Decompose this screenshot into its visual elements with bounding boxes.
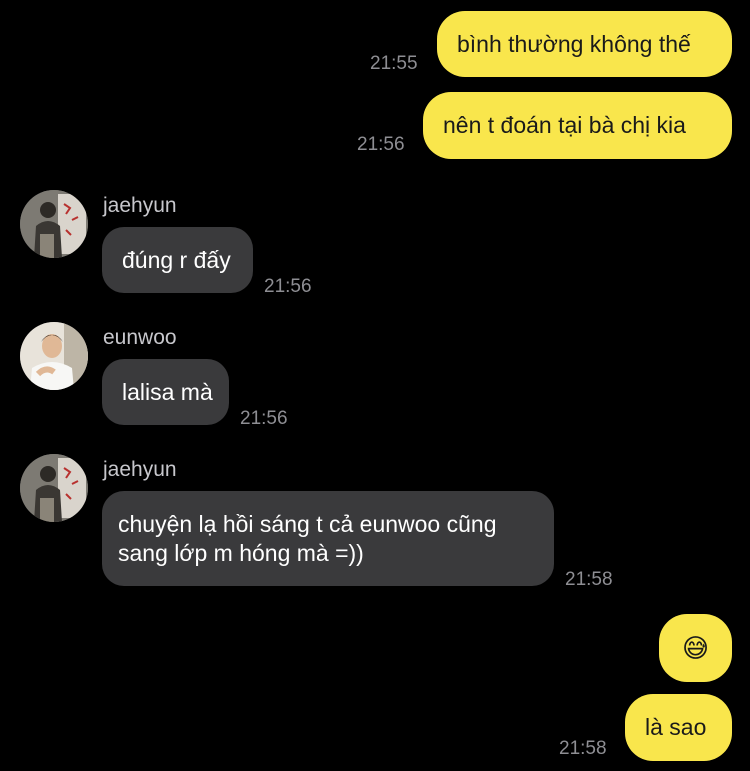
message-text: đúng r đấy xyxy=(122,246,231,273)
incoming-message-bubble[interactable]: chuyện lạ hồi sáng t cả eunwoo cũng sang… xyxy=(102,491,554,586)
message-time: 21:56 xyxy=(264,276,312,297)
message-time: 21:55 xyxy=(370,53,418,74)
incoming-message-bubble[interactable]: đúng r đấy xyxy=(102,227,253,293)
sender-avatar[interactable] xyxy=(20,190,88,258)
avatar-photo-icon xyxy=(20,454,88,522)
sender-avatar[interactable] xyxy=(20,322,88,390)
sender-name: eunwoo xyxy=(103,326,177,349)
message-time: 21:58 xyxy=(565,569,613,590)
outgoing-message-bubble[interactable]: nên t đoán tại bà chị kia xyxy=(423,92,732,159)
message-time: 21:56 xyxy=(240,408,288,429)
grinning-sweat-emoji-icon: 😅 xyxy=(681,632,710,663)
avatar-photo-icon xyxy=(20,322,88,390)
outgoing-message-bubble[interactable]: 😅 xyxy=(659,614,732,682)
message-text: nên t đoán tại bà chị kia xyxy=(443,112,686,138)
message-text: là sao xyxy=(645,714,707,740)
message-time: 21:56 xyxy=(357,134,405,155)
outgoing-message-bubble[interactable]: là sao xyxy=(625,694,732,761)
message-text: bình thường không thế xyxy=(457,30,691,57)
message-text: lalisa mà xyxy=(122,378,213,405)
outgoing-message-bubble[interactable]: bình thường không thế xyxy=(437,11,732,77)
sender-name: jaehyun xyxy=(103,194,177,217)
incoming-message-bubble[interactable]: lalisa mà xyxy=(102,359,229,425)
avatar-photo-icon xyxy=(20,190,88,258)
sender-name: jaehyun xyxy=(103,458,177,481)
message-time: 21:58 xyxy=(559,738,607,759)
sender-avatar[interactable] xyxy=(20,454,88,522)
message-text: chuyện lạ hồi sáng t cả eunwoo cũng sang… xyxy=(118,510,497,566)
chat-thread: 21:55 bình thường không thế 21:56 nên t … xyxy=(0,0,750,771)
